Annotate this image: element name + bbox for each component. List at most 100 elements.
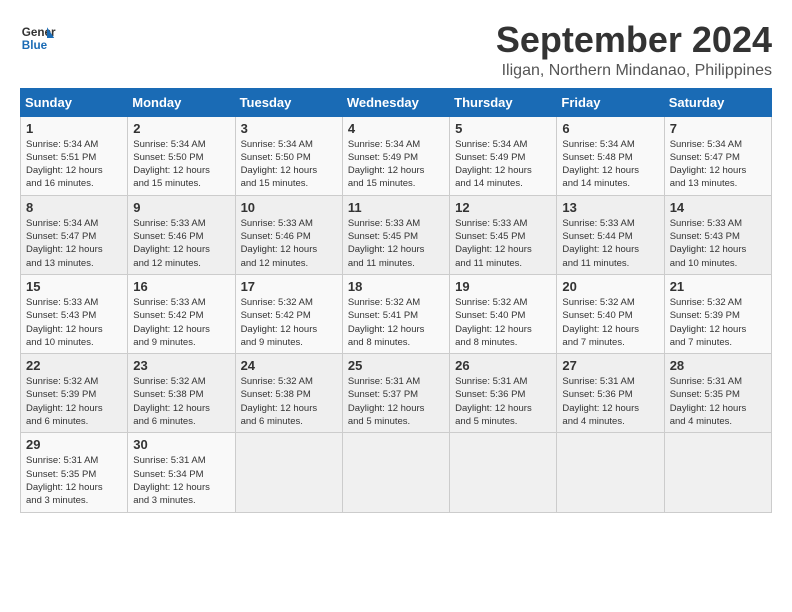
col-tuesday: Tuesday [235, 88, 342, 116]
day-number: 23 [133, 358, 229, 373]
calendar-cell-w2-d1: 8 Sunrise: 5:34 AM Sunset: 5:47 PM Daylig… [21, 195, 128, 274]
day-number: 8 [26, 200, 122, 215]
calendar-cell-w5-d4 [342, 433, 449, 512]
calendar-cell-w4-d6: 27 Sunrise: 5:31 AM Sunset: 5:36 PM Dayli… [557, 354, 664, 433]
calendar-cell-w4-d3: 24 Sunrise: 5:32 AM Sunset: 5:38 PM Dayli… [235, 354, 342, 433]
calendar-cell-w5-d6 [557, 433, 664, 512]
col-wednesday: Wednesday [342, 88, 449, 116]
day-number: 25 [348, 358, 444, 373]
calendar-cell-w3-d5: 19 Sunrise: 5:32 AM Sunset: 5:40 PM Dayli… [450, 274, 557, 353]
day-number: 15 [26, 279, 122, 294]
day-number: 30 [133, 437, 229, 452]
day-details: Sunrise: 5:31 AM Sunset: 5:35 PM Dayligh… [670, 375, 766, 428]
calendar-cell-w1-d6: 6 Sunrise: 5:34 AM Sunset: 5:48 PM Daylig… [557, 116, 664, 195]
day-number: 14 [670, 200, 766, 215]
day-number: 17 [241, 279, 337, 294]
calendar-cell-w2-d3: 10 Sunrise: 5:33 AM Sunset: 5:46 PM Dayli… [235, 195, 342, 274]
day-number: 1 [26, 121, 122, 136]
day-details: Sunrise: 5:34 AM Sunset: 5:51 PM Dayligh… [26, 138, 122, 191]
calendar-week-2: 8 Sunrise: 5:34 AM Sunset: 5:47 PM Daylig… [21, 195, 772, 274]
day-number: 7 [670, 121, 766, 136]
calendar-cell-w5-d2: 30 Sunrise: 5:31 AM Sunset: 5:34 PM Dayli… [128, 433, 235, 512]
calendar-cell-w2-d7: 14 Sunrise: 5:33 AM Sunset: 5:43 PM Dayli… [664, 195, 771, 274]
day-number: 5 [455, 121, 551, 136]
calendar-cell-w5-d1: 29 Sunrise: 5:31 AM Sunset: 5:35 PM Dayli… [21, 433, 128, 512]
calendar-header-row: Sunday Monday Tuesday Wednesday Thursday… [21, 88, 772, 116]
day-details: Sunrise: 5:33 AM Sunset: 5:43 PM Dayligh… [26, 296, 122, 349]
calendar-cell-w1-d1: 1 Sunrise: 5:34 AM Sunset: 5:51 PM Daylig… [21, 116, 128, 195]
day-details: Sunrise: 5:33 AM Sunset: 5:42 PM Dayligh… [133, 296, 229, 349]
day-details: Sunrise: 5:32 AM Sunset: 5:38 PM Dayligh… [241, 375, 337, 428]
calendar-cell-w5-d7 [664, 433, 771, 512]
location: Iligan, Northern Mindanao, Philippines [496, 62, 772, 80]
day-details: Sunrise: 5:33 AM Sunset: 5:44 PM Dayligh… [562, 217, 658, 270]
day-details: Sunrise: 5:33 AM Sunset: 5:45 PM Dayligh… [455, 217, 551, 270]
day-details: Sunrise: 5:31 AM Sunset: 5:34 PM Dayligh… [133, 454, 229, 507]
day-details: Sunrise: 5:32 AM Sunset: 5:40 PM Dayligh… [455, 296, 551, 349]
day-details: Sunrise: 5:33 AM Sunset: 5:45 PM Dayligh… [348, 217, 444, 270]
day-number: 28 [670, 358, 766, 373]
day-number: 24 [241, 358, 337, 373]
day-details: Sunrise: 5:34 AM Sunset: 5:50 PM Dayligh… [133, 138, 229, 191]
day-details: Sunrise: 5:33 AM Sunset: 5:46 PM Dayligh… [133, 217, 229, 270]
day-details: Sunrise: 5:31 AM Sunset: 5:35 PM Dayligh… [26, 454, 122, 507]
day-details: Sunrise: 5:32 AM Sunset: 5:42 PM Dayligh… [241, 296, 337, 349]
logo-icon: General Blue [20, 20, 56, 56]
day-details: Sunrise: 5:31 AM Sunset: 5:36 PM Dayligh… [562, 375, 658, 428]
logo: General Blue [20, 20, 56, 56]
day-number: 9 [133, 200, 229, 215]
calendar-week-4: 22 Sunrise: 5:32 AM Sunset: 5:39 PM Dayli… [21, 354, 772, 433]
day-details: Sunrise: 5:34 AM Sunset: 5:49 PM Dayligh… [455, 138, 551, 191]
calendar-cell-w1-d3: 3 Sunrise: 5:34 AM Sunset: 5:50 PM Daylig… [235, 116, 342, 195]
day-number: 10 [241, 200, 337, 215]
day-number: 16 [133, 279, 229, 294]
calendar-cell-w3-d7: 21 Sunrise: 5:32 AM Sunset: 5:39 PM Dayli… [664, 274, 771, 353]
day-number: 20 [562, 279, 658, 294]
col-sunday: Sunday [21, 88, 128, 116]
day-details: Sunrise: 5:32 AM Sunset: 5:39 PM Dayligh… [26, 375, 122, 428]
calendar-cell-w3-d4: 18Sunrise: 5:32 AM Sunset: 5:41 PM Dayli… [342, 274, 449, 353]
month-title: September 2024 [496, 20, 772, 60]
calendar-cell-w1-d4: 4Sunrise: 5:34 AM Sunset: 5:49 PM Daylig… [342, 116, 449, 195]
day-details: Sunrise: 5:31 AM Sunset: 5:36 PM Dayligh… [455, 375, 551, 428]
day-number: 29 [26, 437, 122, 452]
col-friday: Friday [557, 88, 664, 116]
col-thursday: Thursday [450, 88, 557, 116]
day-details: Sunrise: 5:32 AM Sunset: 5:40 PM Dayligh… [562, 296, 658, 349]
calendar-week-5: 29 Sunrise: 5:31 AM Sunset: 5:35 PM Dayli… [21, 433, 772, 512]
calendar-cell-w2-d6: 13Sunrise: 5:33 AM Sunset: 5:44 PM Dayli… [557, 195, 664, 274]
day-number: 26 [455, 358, 551, 373]
day-number: 27 [562, 358, 658, 373]
calendar-cell-w5-d3 [235, 433, 342, 512]
day-details: Sunrise: 5:32 AM Sunset: 5:41 PM Dayligh… [348, 296, 444, 349]
calendar-cell-w2-d4: 11Sunrise: 5:33 AM Sunset: 5:45 PM Dayli… [342, 195, 449, 274]
day-details: Sunrise: 5:33 AM Sunset: 5:46 PM Dayligh… [241, 217, 337, 270]
calendar-cell-w4-d2: 23Sunrise: 5:32 AM Sunset: 5:38 PM Dayli… [128, 354, 235, 433]
calendar-cell-w1-d2: 2Sunrise: 5:34 AM Sunset: 5:50 PM Daylig… [128, 116, 235, 195]
col-monday: Monday [128, 88, 235, 116]
day-number: 21 [670, 279, 766, 294]
day-number: 3 [241, 121, 337, 136]
day-details: Sunrise: 5:32 AM Sunset: 5:39 PM Dayligh… [670, 296, 766, 349]
day-number: 6 [562, 121, 658, 136]
calendar-cell-w3-d6: 20 Sunrise: 5:32 AM Sunset: 5:40 PM Dayli… [557, 274, 664, 353]
day-details: Sunrise: 5:34 AM Sunset: 5:49 PM Dayligh… [348, 138, 444, 191]
calendar-week-3: 15 Sunrise: 5:33 AM Sunset: 5:43 PM Dayli… [21, 274, 772, 353]
day-details: Sunrise: 5:34 AM Sunset: 5:48 PM Dayligh… [562, 138, 658, 191]
calendar-cell-w1-d5: 5 Sunrise: 5:34 AM Sunset: 5:49 PM Daylig… [450, 116, 557, 195]
col-saturday: Saturday [664, 88, 771, 116]
svg-text:Blue: Blue [22, 39, 48, 52]
calendar-cell-w2-d2: 9 Sunrise: 5:33 AM Sunset: 5:46 PM Daylig… [128, 195, 235, 274]
day-number: 22 [26, 358, 122, 373]
calendar-cell-w4-d1: 22 Sunrise: 5:32 AM Sunset: 5:39 PM Dayli… [21, 354, 128, 433]
day-details: Sunrise: 5:34 AM Sunset: 5:47 PM Dayligh… [670, 138, 766, 191]
day-details: Sunrise: 5:34 AM Sunset: 5:47 PM Dayligh… [26, 217, 122, 270]
day-details: Sunrise: 5:31 AM Sunset: 5:37 PM Dayligh… [348, 375, 444, 428]
calendar-cell-w4-d5: 26 Sunrise: 5:31 AM Sunset: 5:36 PM Dayli… [450, 354, 557, 433]
day-details: Sunrise: 5:33 AM Sunset: 5:43 PM Dayligh… [670, 217, 766, 270]
page-header: General Blue September 2024 Iligan, Nort… [20, 20, 772, 80]
calendar-cell-w3-d1: 15 Sunrise: 5:33 AM Sunset: 5:43 PM Dayli… [21, 274, 128, 353]
day-details: Sunrise: 5:34 AM Sunset: 5:50 PM Dayligh… [241, 138, 337, 191]
calendar-cell-w2-d5: 12Sunrise: 5:33 AM Sunset: 5:45 PM Dayli… [450, 195, 557, 274]
day-number: 19 [455, 279, 551, 294]
